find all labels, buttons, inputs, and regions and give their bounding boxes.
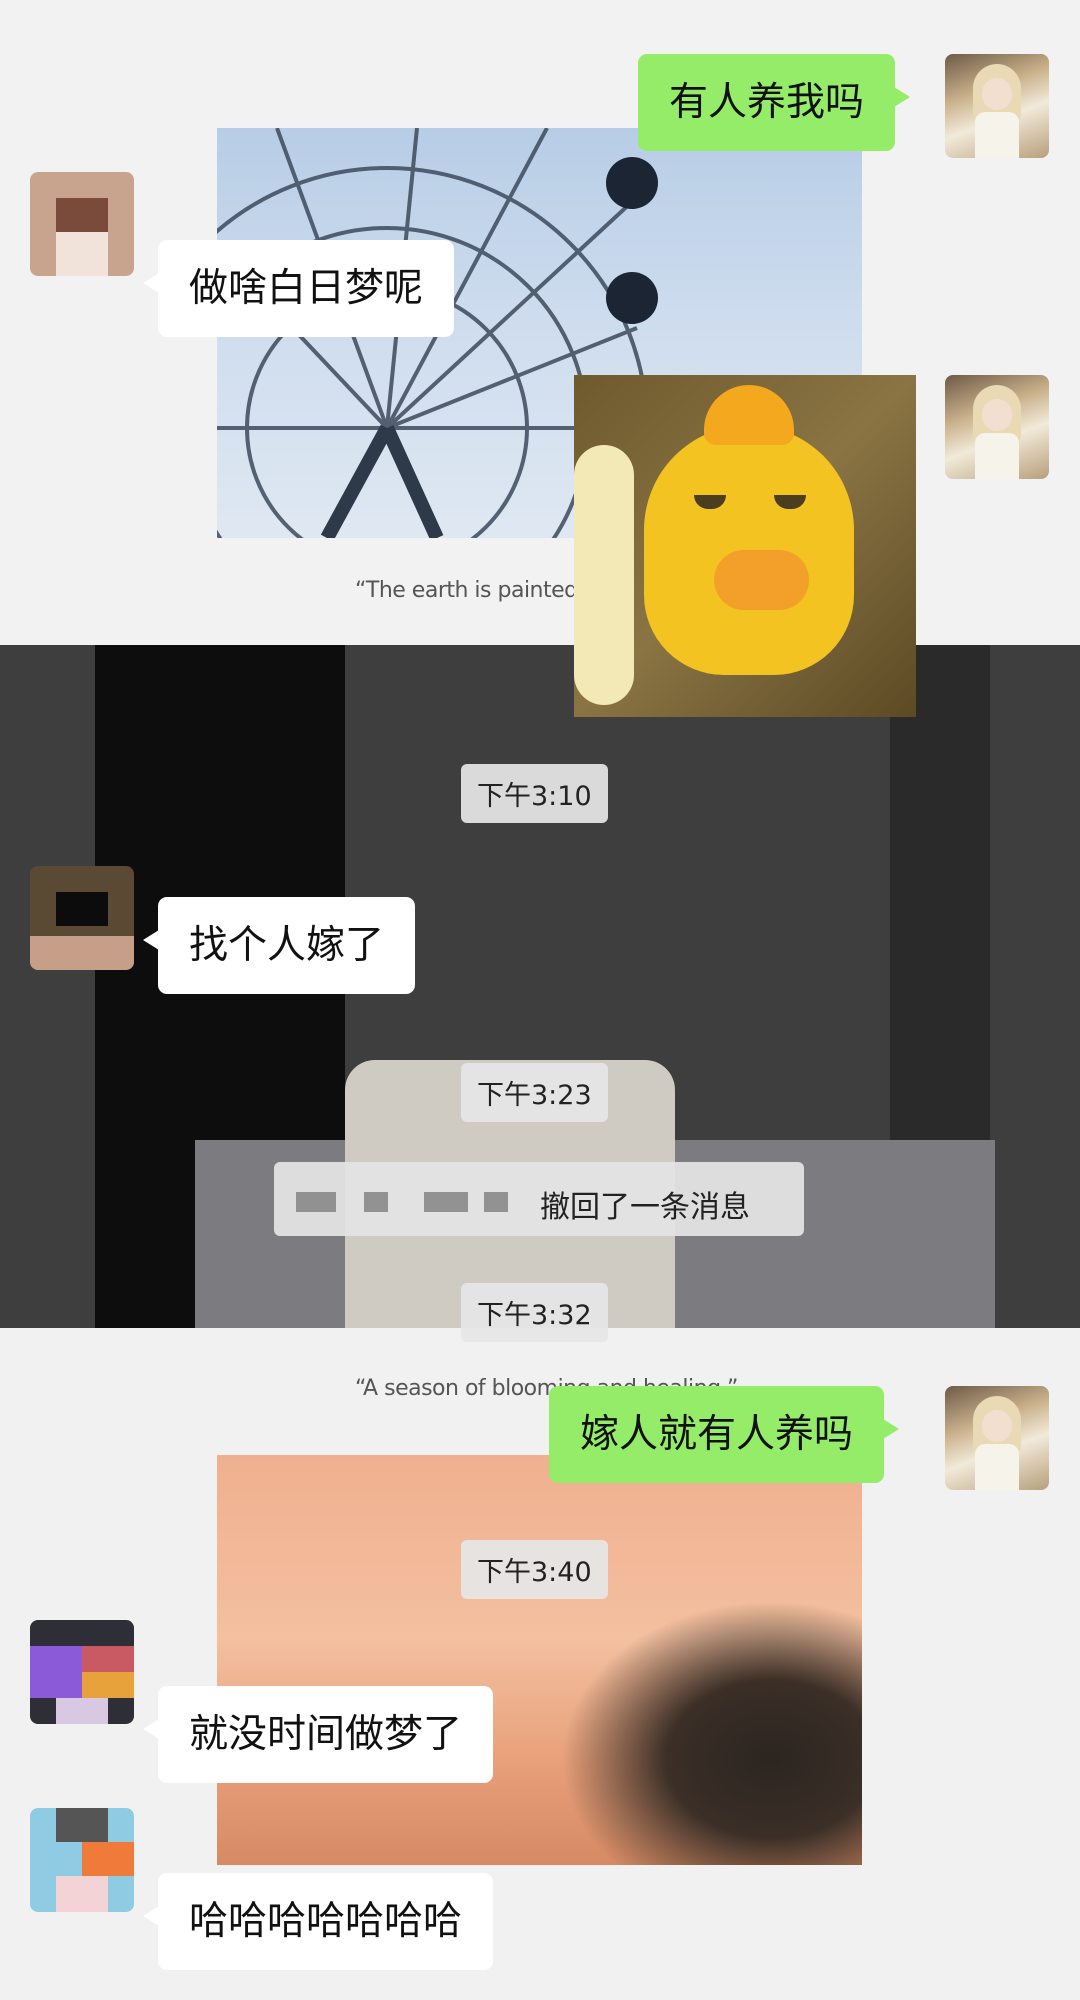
message-text: 就没时间做梦了 — [189, 1712, 463, 1757]
message-text: 有人养我吗 — [669, 80, 865, 125]
avatar-pixel — [30, 1646, 82, 1698]
blurred-name — [364, 1192, 388, 1212]
message-text: 找个人嫁了 — [189, 923, 385, 968]
avatar-pixel — [56, 1876, 108, 1912]
avatar-face — [982, 1410, 1012, 1442]
timestamp: 下午3:32 — [461, 1283, 608, 1342]
timestamp: 下午3:23 — [461, 1063, 608, 1122]
blurred-name — [424, 1192, 468, 1212]
contact-avatar[interactable] — [30, 172, 134, 276]
avatar-face — [982, 78, 1012, 110]
self-avatar[interactable] — [945, 375, 1049, 479]
message-text: 做啥白日梦呢 — [189, 266, 424, 311]
blurred-name — [484, 1192, 508, 1212]
message-bubble-contact[interactable]: 就没时间做梦了 — [142, 1686, 494, 1783]
timestamp: 下午3:40 — [461, 1540, 608, 1599]
contact-avatar[interactable] — [30, 866, 134, 970]
sticker-banana — [574, 445, 634, 705]
message-bubble-contact[interactable]: 找个人嫁了 — [142, 897, 416, 994]
avatar-pixel — [82, 1646, 134, 1672]
avatar-pixel — [56, 198, 108, 232]
avatar-pixel — [56, 232, 108, 276]
avatar-dress — [975, 433, 1019, 479]
avatar-dress — [975, 1444, 1019, 1490]
recall-notice: 撤回了一条消息 — [274, 1162, 804, 1236]
avatar-pixel — [56, 892, 108, 926]
avatar-pixel — [30, 936, 134, 970]
duck-sticker-message[interactable] — [574, 375, 916, 717]
blurred-name — [296, 1192, 336, 1212]
message-text: 哈哈哈哈哈哈哈 — [189, 1899, 463, 1944]
message-bubble-self[interactable]: 有人养我吗 — [638, 54, 911, 151]
self-avatar[interactable] — [945, 1386, 1049, 1490]
message-bubble-contact[interactable]: 哈哈哈哈哈哈哈 — [142, 1873, 494, 1970]
contact-avatar[interactable] — [30, 1620, 134, 1724]
sunset-leaves — [560, 1600, 862, 1865]
recall-text: 撤回了一条消息 — [540, 1190, 750, 1225]
message-text: 嫁人就有人养吗 — [580, 1412, 854, 1457]
avatar-pixel — [82, 1672, 134, 1698]
duck-beak-icon — [714, 550, 809, 610]
contact-avatar[interactable] — [30, 1808, 134, 1912]
self-avatar[interactable] — [945, 54, 1049, 158]
avatar-pixel — [82, 1842, 134, 1876]
avatar-pixel — [56, 1808, 108, 1842]
background-quote-top: “The earth is painted — [355, 578, 578, 603]
message-bubble-contact[interactable]: 做啥白日梦呢 — [142, 240, 455, 337]
avatar-dress — [975, 112, 1019, 158]
avatar-face — [982, 399, 1012, 431]
duck-hat-icon — [704, 385, 794, 445]
avatar-pixel — [56, 1698, 108, 1724]
timestamp: 下午3:10 — [461, 764, 608, 823]
message-bubble-self[interactable]: 嫁人就有人养吗 — [549, 1386, 900, 1483]
